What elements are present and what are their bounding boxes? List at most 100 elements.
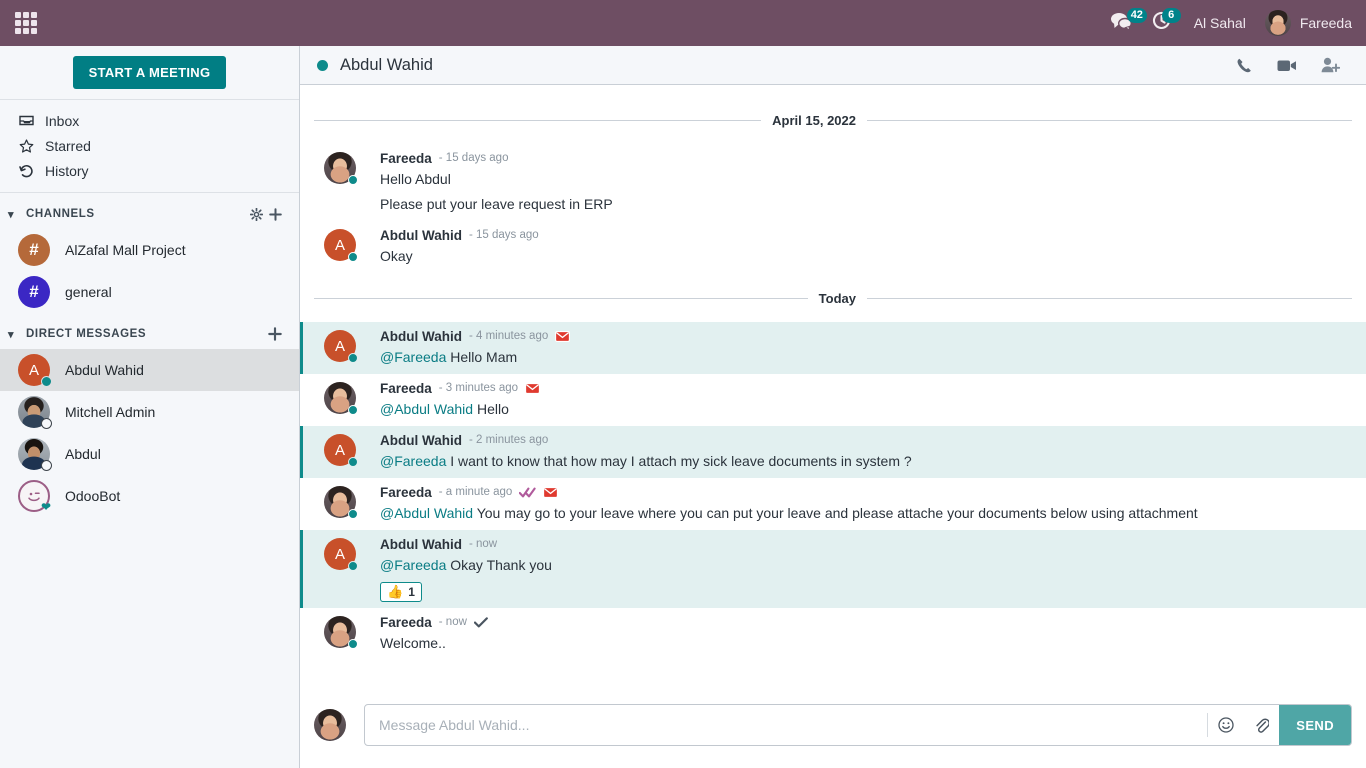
sidebar-item-history[interactable]: History — [0, 158, 299, 183]
message-header: Abdul Wahid - 4 minutes ago — [380, 328, 1352, 345]
date-separator: April 15, 2022 — [300, 95, 1366, 144]
mention-tag[interactable]: @Fareeda — [380, 557, 446, 573]
bot-avatar: ❤ — [18, 480, 52, 514]
message-list[interactable]: April 15, 2022 Fareeda - 15 days ago Hel… — [300, 85, 1366, 682]
online-status-dot — [348, 639, 358, 649]
separator-line — [314, 298, 808, 299]
plus-icon[interactable] — [265, 327, 285, 341]
message-input[interactable] — [365, 705, 1208, 745]
message-avatar: A — [324, 229, 358, 262]
activities-counter-button[interactable]: 6 — [1142, 0, 1181, 46]
mention-tag[interactable]: @Fareeda — [380, 349, 446, 365]
sidebar-dm-abdul[interactable]: Abdul — [0, 433, 299, 475]
composer-input-box[interactable]: SEND — [364, 704, 1352, 746]
user-avatar — [18, 396, 52, 429]
message-item[interactable]: A Abdul Wahid - now @Fareeda Okay Thank … — [300, 530, 1366, 608]
envelope-icon[interactable] — [555, 331, 571, 342]
message-text: Welcome.. — [380, 635, 446, 651]
sidebar-dm-abdul-wahid[interactable]: A Abdul Wahid — [0, 349, 299, 391]
message-item[interactable]: A Abdul Wahid - 2 minutes ago @Fareeda I… — [300, 426, 1366, 478]
sidebar-channel-general[interactable]: # general — [0, 271, 299, 313]
sidebar: START A MEETING Inbox Starred History ▾ … — [0, 46, 300, 768]
offline-status-dot — [41, 460, 52, 471]
video-call-icon[interactable] — [1265, 58, 1309, 73]
message-body: Fareeda - now Welcome.. — [380, 614, 1352, 654]
online-status-dot — [348, 353, 358, 363]
message-item[interactable]: Fareeda - 15 days ago Hello Abdul Please… — [300, 144, 1366, 221]
message-text: Hello Abdul — [380, 171, 451, 187]
sidebar-channel-label: general — [65, 284, 112, 300]
phone-call-icon[interactable] — [1224, 57, 1265, 74]
channel-avatar: # — [18, 234, 50, 266]
message-item[interactable]: Fareeda - 3 minutes ago @Abdul Wahid Hel… — [300, 374, 1366, 426]
paperclip-icon[interactable] — [1244, 717, 1279, 734]
message-header: Fareeda - a minute ago — [380, 484, 1352, 501]
thumbs-up-icon: 👍 — [387, 584, 404, 599]
message-avatar: A — [324, 330, 358, 363]
add-user-icon[interactable] — [1309, 57, 1352, 73]
online-status-dot — [348, 175, 358, 185]
company-name[interactable]: Al Sahal — [1181, 15, 1259, 31]
messages-counter-button[interactable]: 42 — [1101, 0, 1147, 46]
message-text: Please put your leave request in ERP — [380, 196, 613, 212]
heart-status-icon: ❤ — [41, 500, 52, 514]
message-item[interactable]: Fareeda - now Welcome.. — [300, 608, 1366, 660]
message-item[interactable]: A Abdul Wahid - 4 minutes ago @Fareeda H… — [300, 322, 1366, 374]
dm-section-header[interactable]: ▾ DIRECT MESSAGES — [0, 319, 299, 349]
message-item[interactable]: Fareeda - a minute ago @Abdul Wahid You … — [300, 478, 1366, 530]
message-avatar — [324, 152, 358, 185]
online-status-dot — [348, 405, 358, 415]
check-icon — [473, 617, 488, 628]
start-meeting-button[interactable]: START A MEETING — [72, 56, 227, 89]
double-check-icon — [519, 487, 536, 498]
message-body-text: You may go to your leave where you can p… — [476, 505, 1198, 521]
reaction-count: 1 — [408, 585, 415, 599]
apps-grid-icon[interactable] — [13, 10, 39, 36]
message-text: @Abdul Wahid You may go to your leave wh… — [380, 501, 1352, 524]
send-button[interactable]: SEND — [1279, 705, 1351, 745]
online-status-dot — [348, 252, 358, 262]
sidebar-dm-label: Abdul — [65, 446, 101, 462]
channels-section-header[interactable]: ▾ CHANNELS — [0, 199, 299, 229]
message-timestamp: - 3 minutes ago — [438, 382, 519, 394]
message-author: Abdul Wahid — [380, 537, 462, 552]
sidebar-channel-alzafal-mall-project[interactable]: # AlZafal Mall Project — [0, 229, 299, 271]
user-name: Fareeda — [1299, 15, 1352, 31]
message-text: @Fareeda I want to know that how may I a… — [380, 449, 1352, 472]
message-author: Fareeda — [380, 615, 432, 630]
emoji-smiley-icon[interactable] — [1208, 717, 1244, 733]
envelope-icon[interactable] — [543, 487, 559, 498]
sidebar-dm-odoobot[interactable]: ❤ OdooBot — [0, 475, 299, 517]
user-menu[interactable]: Fareeda — [1259, 10, 1366, 36]
gear-icon[interactable] — [247, 207, 266, 221]
sidebar-item-label: Inbox — [45, 112, 80, 129]
body-area: START A MEETING Inbox Starred History ▾ … — [0, 46, 1366, 768]
plus-icon[interactable] — [266, 207, 285, 221]
sidebar-item-inbox[interactable]: Inbox — [0, 108, 299, 133]
mention-tag[interactable]: @Fareeda — [380, 453, 446, 469]
message-header: Fareeda - 15 days ago — [380, 150, 1352, 167]
mention-tag[interactable]: @Abdul Wahid — [380, 401, 473, 417]
sidebar-item-starred[interactable]: Starred — [0, 133, 299, 158]
message-text: Okay — [380, 248, 413, 264]
hash-icon: # — [18, 234, 50, 266]
chevron-down-icon[interactable]: ▾ — [8, 208, 26, 221]
star-icon — [19, 138, 43, 153]
message-body-text: Hello Mam — [450, 349, 518, 365]
mention-tag[interactable]: @Abdul Wahid — [380, 505, 473, 521]
sidebar-dm-label: Abdul Wahid — [65, 362, 144, 378]
hash-icon: # — [18, 276, 50, 308]
envelope-icon[interactable] — [525, 383, 540, 394]
composer-avatar — [314, 709, 346, 741]
message-timestamp: - a minute ago — [438, 486, 513, 498]
sidebar-dm-mitchell-admin[interactable]: Mitchell Admin — [0, 391, 299, 433]
message-avatar: A — [324, 538, 358, 571]
activities-badge: 6 — [1161, 8, 1181, 23]
message-header: Fareeda - now — [380, 614, 1352, 631]
message-avatar — [324, 382, 358, 415]
user-avatar — [18, 438, 52, 471]
message-item[interactable]: A Abdul Wahid - 15 days ago Okay — [300, 221, 1366, 273]
offline-status-dot — [41, 418, 52, 429]
chevron-down-icon[interactable]: ▾ — [8, 328, 26, 341]
reaction-badge[interactable]: 👍 1 — [380, 582, 422, 602]
